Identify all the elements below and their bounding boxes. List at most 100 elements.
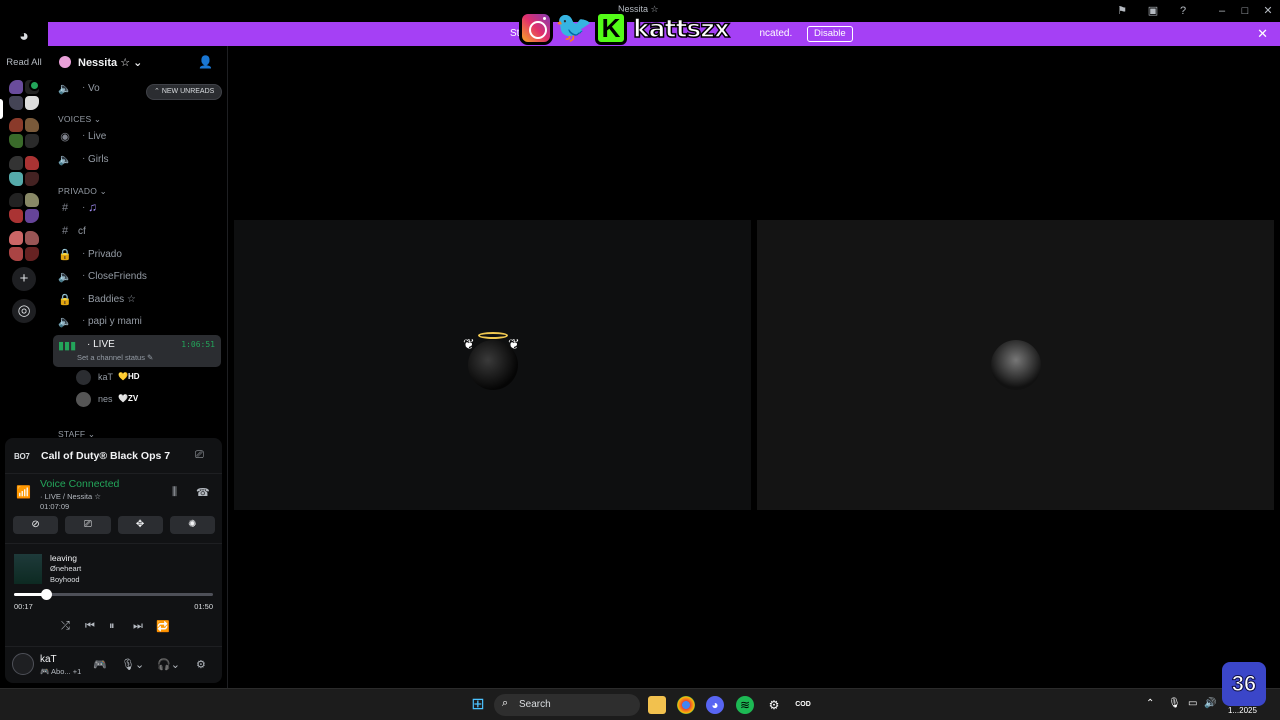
add-server-icon[interactable]: + — [12, 267, 36, 291]
screen-share-button[interactable]: ⎚ — [65, 516, 111, 534]
social-overlay: 🐦 K kattszx — [519, 9, 733, 47]
instagram-icon — [519, 11, 553, 45]
server-icon — [59, 56, 71, 68]
previous-icon[interactable]: ⏮ — [85, 620, 95, 633]
soundboard-button[interactable]: ✺ — [169, 516, 215, 534]
channel-baddies[interactable]: 🔒 · Baddies ☆ — [54, 290, 221, 310]
wing-right-decoration: ❦ — [508, 336, 520, 352]
steelseries-icon[interactable]: ⚙ — [765, 696, 783, 714]
user-tag: 🤍ZV — [118, 394, 139, 403]
discord-home-icon[interactable]: ◕ — [12, 28, 36, 46]
channel-watermark-logo: 36 — [1222, 662, 1266, 706]
stream-game-icon[interactable]: ⎚ — [195, 449, 204, 462]
voice-connected-label[interactable]: Voice Connected — [40, 478, 119, 490]
user-bar: kaT 🎮 Abo... +1 🎮 🎙⌄ 🎧⌄ ⚙ — [5, 646, 222, 683]
music-player: leaving Øneheart Boyhood 00:17 01:50 ⤮ ⏮… — [5, 543, 222, 635]
participant-tile-kat[interactable]: ❦ ❦ — [234, 220, 751, 510]
taskbar: ⊞ ⌕ Search ◕ ≋ ⚙ COD ⌃ 🎙 ▭ 🔊 M1...2025 — [0, 688, 1280, 720]
minimize-icon[interactable]: – — [1214, 3, 1230, 19]
signal-icon: 📶 — [16, 485, 31, 499]
channel-papi-y-mami[interactable]: 🔈 · papi y mami — [54, 312, 221, 332]
track-title: leaving — [50, 553, 77, 563]
tray-volume-icon[interactable]: 🔊 — [1204, 698, 1216, 709]
live-channel-name: · LIVE — [87, 339, 115, 350]
tray-chevron-icon[interactable]: ⌃ — [1146, 698, 1154, 709]
activities-button[interactable]: ✥ — [117, 516, 163, 534]
next-icon[interactable]: ⏭ — [133, 620, 143, 633]
server-folder-2[interactable] — [9, 118, 39, 148]
game-name: Call of Duty® Black Ops 7 — [41, 450, 171, 462]
tray-mic-icon[interactable]: 🎙 — [1168, 698, 1181, 709]
voice-active-icon: ▮▮▮ — [58, 340, 77, 352]
voice-status: 📶 Voice Connected · LIVE / Nessita ☆ 01:… — [5, 476, 222, 514]
search-icon: ⌕ — [502, 697, 509, 709]
server-folder-3[interactable] — [9, 156, 39, 186]
controller-icon[interactable]: 🎮 — [93, 658, 107, 671]
server-folder-4[interactable] — [9, 193, 39, 223]
voice-user-nes[interactable]: nes 🤍ZV — [76, 391, 216, 409]
close-icon[interactable]: ✕ — [1260, 3, 1276, 19]
channel-music[interactable]: # · ♫ — [54, 199, 221, 219]
user-panel: BO7 Call of Duty® Black Ops 7 ⎚ 📶 Voice … — [5, 438, 222, 683]
channel-cf[interactable]: # cf — [54, 222, 221, 242]
selected-server-pill — [0, 99, 3, 119]
voice-user-kat[interactable]: kaT 💛HD — [76, 369, 216, 387]
settings-gear-icon[interactable]: ⚙ — [196, 658, 206, 671]
maximize-icon[interactable]: □ — [1237, 3, 1253, 19]
avatar[interactable] — [12, 653, 34, 675]
voice-stage: ❦ ❦ — [229, 46, 1280, 688]
username[interactable]: kaT — [40, 654, 57, 665]
twitter-icon: 🐦 — [554, 10, 593, 45]
overlay-handle: kattszx — [632, 13, 730, 44]
halo-decoration — [477, 332, 508, 339]
channel-girls[interactable]: 🔈 · Girls — [54, 150, 221, 170]
hashtag-icon: # — [61, 225, 69, 237]
voice-actions: ⊘ ⎚ ✥ ✺ — [13, 516, 215, 534]
channel-live-voice[interactable]: ◉ · Live — [54, 127, 221, 147]
call-of-duty-icon[interactable]: COD — [794, 696, 812, 714]
server-header[interactable]: Nessita ☆ ⌄ 👤 — [48, 46, 228, 78]
repeat-icon[interactable]: 🔁 — [156, 620, 170, 633]
chrome-icon[interactable] — [677, 696, 695, 714]
server-folder-5[interactable] — [9, 231, 39, 261]
pause-icon[interactable]: ⏸ — [109, 620, 115, 633]
channel-privado[interactable]: 🔒 · Privado — [54, 245, 221, 265]
category-privado[interactable]: PRIVADO ⌄ — [58, 186, 107, 197]
flag-icon[interactable]: ⚑ — [1114, 3, 1130, 19]
category-voices[interactable]: VOICES ⌄ — [58, 114, 101, 125]
banner-close-icon[interactable]: ✕ — [1257, 26, 1268, 42]
shuffle-icon[interactable]: ⤮ — [61, 620, 70, 633]
user-activity: 🎮 Abo... +1 — [40, 667, 82, 676]
help-icon[interactable]: ? — [1175, 3, 1191, 19]
discover-icon[interactable]: ◎ — [12, 299, 36, 323]
live-timer: 1:06:51 — [181, 340, 215, 349]
album-art — [14, 554, 42, 584]
channel-closefriends[interactable]: 🔈 · CloseFriends — [54, 267, 221, 287]
new-unreads-pill[interactable]: ⌃ NEW UNREADS — [146, 84, 223, 100]
speaker-icon: 🔈 — [58, 83, 72, 95]
disable-button[interactable]: Disable — [807, 26, 853, 42]
disconnect-icon[interactable]: ☎ — [196, 486, 210, 499]
noise-suppression-icon[interactable]: ⫼ — [172, 486, 177, 499]
tray-network-icon[interactable]: ▭ — [1188, 698, 1197, 709]
read-all-button[interactable]: Read All — [0, 57, 48, 68]
microphone-icon[interactable]: 🎙⌄ — [121, 658, 144, 671]
channel-status-prompt[interactable]: Set a channel status ✎ — [77, 353, 153, 362]
discord-icon[interactable]: ◕ — [706, 696, 724, 714]
avatar — [990, 340, 1041, 390]
start-icon[interactable]: ⊞ — [469, 696, 487, 714]
taskbar-search[interactable]: ⌕ Search — [494, 694, 640, 716]
game-logo: BO7 — [14, 452, 30, 461]
inbox-icon[interactable]: ▣ — [1145, 3, 1161, 19]
spotify-icon[interactable]: ≋ — [736, 696, 754, 714]
invite-people-icon[interactable]: 👤 — [198, 55, 213, 69]
channel-live-active[interactable]: ▮▮▮ · LIVE 1:06:51 Set a channel status … — [53, 335, 221, 367]
progress-knob[interactable] — [40, 589, 52, 600]
progress-track[interactable] — [14, 589, 213, 600]
file-explorer-icon[interactable] — [648, 696, 666, 714]
camera-off-button[interactable]: ⊘ — [13, 516, 59, 534]
headphones-icon[interactable]: 🎧⌄ — [157, 658, 180, 671]
wing-left-decoration: ❦ — [463, 336, 475, 352]
participant-tile-nes[interactable] — [757, 220, 1274, 510]
notification-badge — [29, 80, 40, 91]
